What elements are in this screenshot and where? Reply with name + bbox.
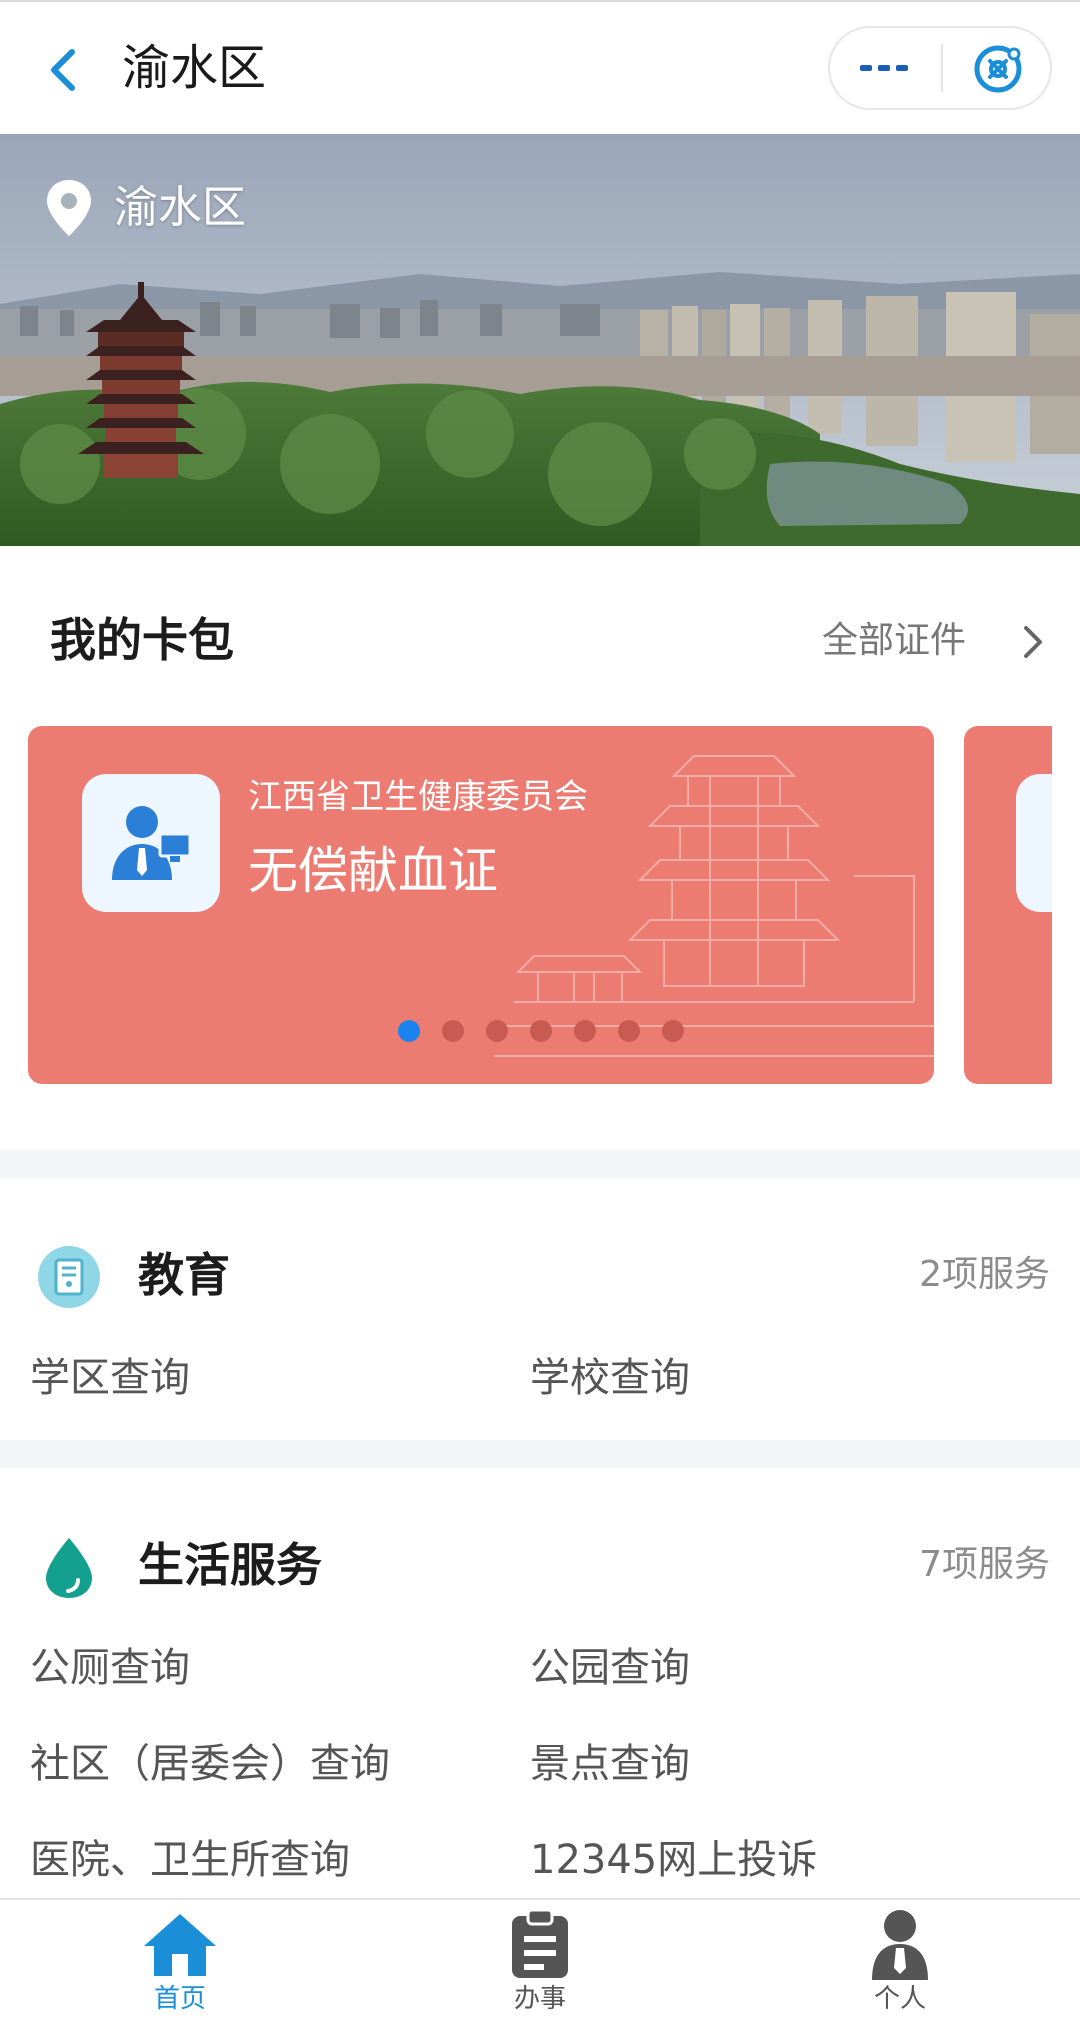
service-park-query[interactable]: 公园查询: [530, 1640, 690, 1696]
clipboard-icon: [512, 1908, 568, 1978]
section-title: 生活服务: [138, 1538, 322, 1592]
close-button[interactable]: [958, 36, 1038, 100]
wallet-title: 我的卡包: [50, 613, 234, 667]
tab-home-label: 首页: [153, 1984, 206, 2014]
person-icon: [872, 1910, 928, 1980]
nav-header: 渝水区: [0, 0, 1080, 134]
chevron-right-icon: [1024, 626, 1042, 658]
service-12345-complaint[interactable]: 12345网上投诉: [530, 1832, 817, 1888]
section-title: 教育: [138, 1248, 230, 1302]
service-hospital-query[interactable]: 医院、卫生所查询: [30, 1832, 350, 1888]
home-icon: [144, 1914, 216, 1976]
card-wallet-section: 我的卡包 全部证件 江西省卫生健康委员会 无偿献血证: [0, 546, 1080, 1150]
back-button[interactable]: [36, 38, 96, 102]
more-button[interactable]: [840, 38, 928, 98]
carousel-dot-active[interactable]: [398, 1020, 420, 1042]
carousel-dot[interactable]: [486, 1020, 508, 1042]
close-circle-icon: [974, 45, 1022, 93]
service-public-toilet-query[interactable]: 公厕查询: [30, 1640, 190, 1696]
service-community-query[interactable]: 社区（居委会）查询: [30, 1736, 390, 1792]
tab-profile[interactable]: 个人: [820, 1908, 980, 2036]
book-icon: [38, 1246, 100, 1308]
tab-profile-label: 个人: [873, 1984, 926, 2014]
card-icon-tile: [82, 774, 220, 912]
service-scenic-spot-query[interactable]: 景点查询: [530, 1736, 690, 1792]
card-name: 无偿献血证: [248, 842, 498, 900]
service-count: 7项服务: [919, 1544, 1050, 1585]
all-certificates-label: 全部证件: [822, 620, 967, 661]
carousel-dot[interactable]: [442, 1020, 464, 1042]
card-icon-tile: [1016, 774, 1052, 912]
location-pin-icon: [47, 180, 91, 236]
all-certificates-link[interactable]: 全部证件: [822, 610, 1052, 670]
carousel-dot[interactable]: [618, 1020, 640, 1042]
bottom-tab-bar: 首页 办事 个人: [0, 1898, 1080, 2042]
mini-program-capsule: [828, 26, 1052, 110]
card-issuer: 江西省卫生健康委员会: [248, 777, 588, 817]
water-drop-icon: [46, 1538, 92, 1598]
carousel-dot[interactable]: [574, 1020, 596, 1042]
carousel-dot[interactable]: [530, 1020, 552, 1042]
capsule-divider: [941, 44, 943, 92]
chevron-left-icon: [51, 49, 75, 91]
person-computer-icon: [112, 806, 192, 880]
city-banner: 渝水区: [0, 134, 1080, 546]
service-count: 2项服务: [919, 1254, 1050, 1295]
more-dots-icon: [860, 65, 908, 71]
carousel-dot[interactable]: [662, 1020, 684, 1042]
service-school-query[interactable]: 学校查询: [530, 1350, 690, 1406]
next-card-preview[interactable]: [964, 726, 1052, 1084]
service-school-district-query[interactable]: 学区查询: [30, 1350, 190, 1406]
education-section: 教育 2项服务 学区查询 学校查询: [0, 1178, 1080, 1440]
tab-home[interactable]: 首页: [100, 1908, 260, 2036]
blood-donation-card[interactable]: 江西省卫生健康委员会 无偿献血证: [28, 726, 934, 1084]
location-text: 渝水区: [114, 182, 246, 233]
page-title: 渝水区: [122, 40, 267, 96]
tab-services[interactable]: 办事: [460, 1908, 620, 2036]
tab-services-label: 办事: [513, 1984, 566, 2014]
life-services-section: 生活服务 7项服务 公厕查询 公园查询 社区（居委会）查询 景点查询 医院、卫生…: [0, 1468, 1080, 1898]
